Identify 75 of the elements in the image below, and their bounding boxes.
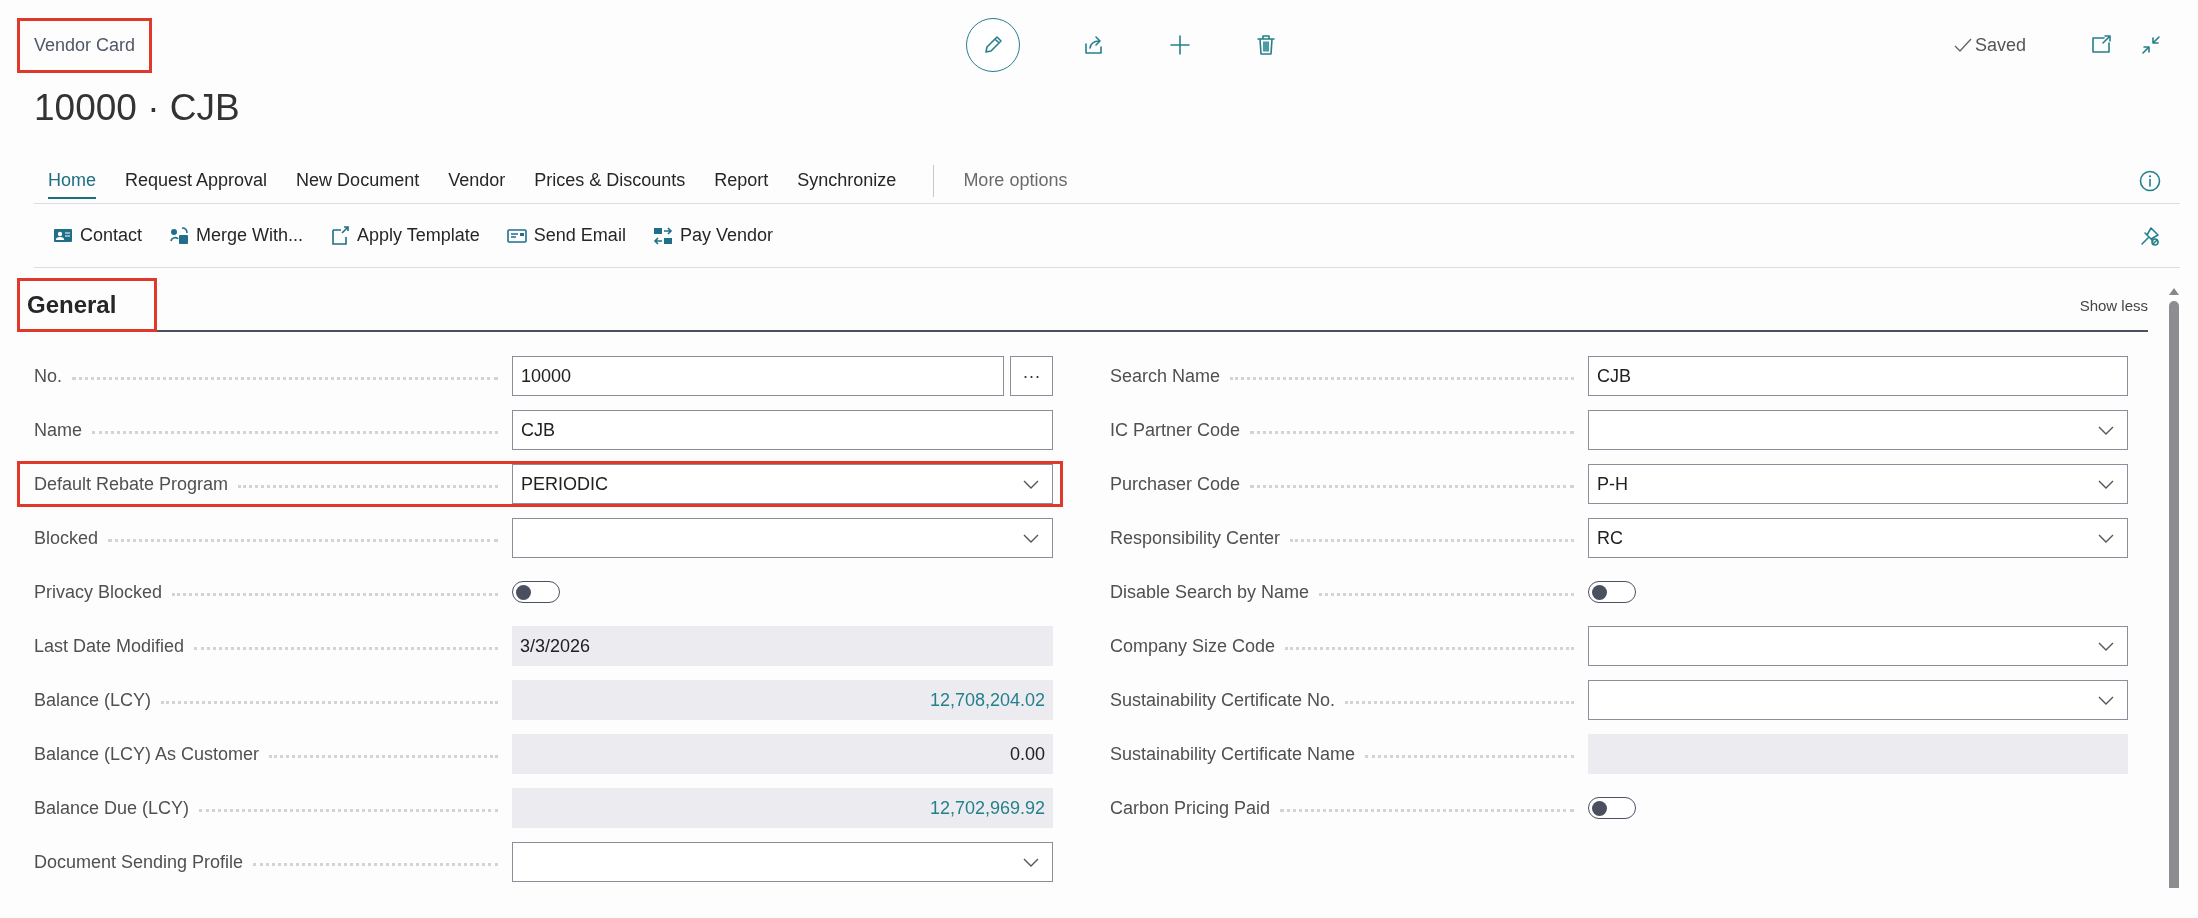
read-only-field: 0.00 bbox=[512, 734, 1053, 774]
info-icon[interactable] bbox=[2138, 168, 2162, 193]
scrollbar-thumb[interactable] bbox=[2169, 301, 2179, 888]
chevron-down-icon bbox=[2097, 532, 2115, 544]
field-label: Privacy Blocked bbox=[34, 581, 164, 603]
page-caption: Vendor Card bbox=[17, 17, 153, 73]
field-label: No. bbox=[34, 365, 63, 387]
field-label: Responsibility Center bbox=[1110, 527, 1282, 549]
collapse-icon[interactable] bbox=[2140, 34, 2162, 56]
plus-icon[interactable] bbox=[1168, 33, 1192, 57]
read-only-field: 3/3/2026 bbox=[512, 626, 1053, 666]
action-tab[interactable]: Home bbox=[48, 162, 96, 199]
field-label: Sustainability Certificate No. bbox=[1110, 689, 1337, 711]
scrollbar[interactable] bbox=[2168, 288, 2180, 888]
pop-out-icon[interactable] bbox=[2090, 34, 2112, 56]
text-field[interactable]: CJB bbox=[512, 410, 1053, 450]
toggle-switch[interactable] bbox=[512, 581, 560, 603]
field-label: Balance Due (LCY) bbox=[34, 797, 191, 819]
chevron-down-icon bbox=[2097, 694, 2115, 706]
page-title: 10000 · CJB bbox=[34, 90, 241, 130]
trash-icon[interactable] bbox=[1254, 33, 1278, 57]
toggle-switch[interactable] bbox=[1588, 581, 1636, 603]
exchange-icon bbox=[651, 224, 674, 247]
read-only-field[interactable]: 12,702,969.92 bbox=[512, 788, 1053, 828]
toggle-switch[interactable] bbox=[1588, 797, 1636, 819]
show-less-link[interactable]: Show less bbox=[2079, 297, 2148, 314]
chevron-down-icon bbox=[2097, 640, 2115, 652]
dropdown-field[interactable] bbox=[1588, 410, 2128, 450]
field-label: Sustainability Certificate Name bbox=[1110, 743, 1357, 765]
dropdown-field[interactable] bbox=[1588, 626, 2128, 666]
action-tab[interactable]: Synchronize bbox=[797, 162, 897, 199]
field-label: Document Sending Profile bbox=[34, 851, 245, 873]
dropdown-field[interactable]: RC bbox=[1588, 518, 2128, 558]
merge-icon bbox=[168, 224, 191, 247]
field-label: Purchaser Code bbox=[1110, 473, 1242, 495]
toolbar-button[interactable]: Pay Vendor bbox=[651, 220, 773, 251]
action-tab[interactable]: Request Approval bbox=[125, 162, 268, 199]
chevron-down-icon bbox=[1022, 856, 1040, 868]
dropdown-field[interactable]: PERIODIC bbox=[512, 464, 1053, 504]
dropdown-field[interactable] bbox=[512, 842, 1053, 882]
toolbar-button[interactable]: Contact bbox=[52, 220, 143, 251]
action-tab[interactable]: New Document bbox=[296, 162, 420, 199]
dropdown-field[interactable] bbox=[512, 518, 1053, 558]
toolbar-button[interactable]: Send Email bbox=[505, 220, 626, 251]
edit-button[interactable] bbox=[966, 18, 1020, 72]
lookup-button[interactable]: ··· bbox=[1010, 356, 1053, 396]
field-label: IC Partner Code bbox=[1110, 419, 1242, 441]
field-label: Balance (LCY) bbox=[34, 689, 153, 711]
section-title: General bbox=[17, 278, 158, 332]
field-label: Last Date Modified bbox=[34, 635, 186, 657]
chevron-down-icon bbox=[2097, 478, 2115, 490]
field-label: Company Size Code bbox=[1110, 635, 1277, 657]
text-field[interactable]: CJB bbox=[1588, 356, 2128, 396]
more-options-tab[interactable]: More options bbox=[963, 170, 1068, 191]
field-label: Default Rebate Program bbox=[34, 473, 230, 495]
chevron-down-icon bbox=[1022, 478, 1040, 490]
action-tab[interactable]: Report bbox=[714, 162, 769, 199]
read-only-field[interactable]: 12,708,204.02 bbox=[512, 680, 1053, 720]
field-label: Search Name bbox=[1110, 365, 1222, 387]
field-label: Name bbox=[34, 419, 83, 441]
action-tab[interactable]: Prices & Discounts bbox=[534, 162, 686, 199]
field-label: Blocked bbox=[34, 527, 100, 549]
scroll-up-icon[interactable] bbox=[2169, 288, 2179, 295]
chevron-down-icon bbox=[1022, 532, 1040, 544]
action-tab[interactable]: Vendor bbox=[448, 162, 506, 199]
toolbar-button[interactable]: Merge With... bbox=[168, 220, 304, 251]
toolbar-button[interactable]: Apply Template bbox=[329, 220, 480, 251]
text-field[interactable]: 10000 bbox=[512, 356, 1004, 396]
field-label: Disable Search by Name bbox=[1110, 581, 1311, 603]
chevron-down-icon bbox=[2097, 424, 2115, 436]
dropdown-field[interactable] bbox=[1588, 680, 2128, 720]
save-status: Saved bbox=[1974, 34, 2026, 56]
field-label: Carbon Pricing Paid bbox=[1110, 797, 1272, 819]
dropdown-field[interactable]: P-H bbox=[1588, 464, 2128, 504]
field-label: Balance (LCY) As Customer bbox=[34, 743, 261, 765]
